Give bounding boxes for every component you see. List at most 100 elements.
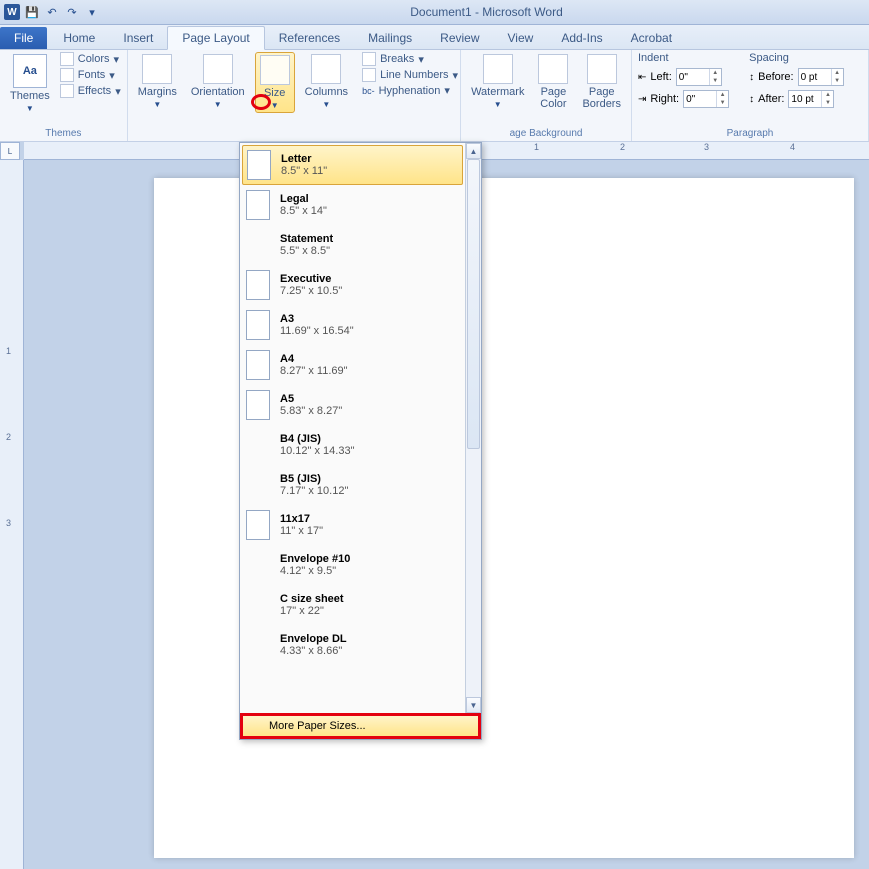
fonts-button[interactable]: Fonts ▾ [60, 68, 121, 82]
tab-review[interactable]: Review [426, 27, 493, 49]
more-paper-sizes-button[interactable]: More Paper Sizes... [240, 713, 481, 739]
chevron-down-icon: ▼ [494, 100, 502, 109]
orientation-button[interactable]: Orientation ▼ [187, 52, 249, 111]
orientation-label: Orientation [191, 86, 245, 98]
ribbon: Aa Themes ▼ Colors ▾ Fonts ▾ Effects ▾ T… [0, 50, 869, 142]
columns-icon [311, 54, 341, 84]
tab-view[interactable]: View [494, 27, 548, 49]
tab-acrobat[interactable]: Acrobat [617, 27, 686, 49]
indent-right-input[interactable]: 0" ▲▼ [683, 90, 729, 108]
size-option-name: A4 [280, 353, 348, 365]
size-option-name: Letter [281, 153, 327, 165]
margins-icon [142, 54, 172, 84]
page-color-button[interactable]: Page Color [534, 52, 572, 112]
page-borders-button[interactable]: Page Borders [578, 52, 625, 112]
tab-mailings[interactable]: Mailings [354, 27, 426, 49]
undo-icon[interactable]: ↶ [44, 4, 60, 20]
size-button[interactable]: Size ▼ [255, 52, 295, 113]
size-option-a4[interactable]: A48.27" x 11.69" [242, 345, 463, 385]
tab-insert[interactable]: Insert [109, 27, 167, 49]
hyphenation-icon: bc‑ [362, 86, 375, 96]
redo-icon[interactable]: ↷ [64, 4, 80, 20]
size-option-statement[interactable]: Statement5.5" x 8.5" [242, 225, 463, 265]
margins-label: Margins [138, 86, 177, 98]
breaks-button[interactable]: Breaks ▾ [362, 52, 458, 66]
indent-right-label: Right: [650, 93, 679, 105]
ruler-mark: 2 [620, 142, 625, 152]
size-option-name: Statement [280, 233, 333, 245]
hyphenation-button[interactable]: bc‑Hyphenation ▾ [362, 84, 458, 97]
size-option-a5[interactable]: A55.83" x 8.27" [242, 385, 463, 425]
fonts-icon [60, 68, 74, 82]
group-page-background: Watermark ▼ Page Color Page Borders age … [461, 50, 632, 141]
group-paragraph-label: Paragraph [638, 128, 862, 139]
space-before-label: Before: [758, 71, 793, 83]
size-option-b4-jis-[interactable]: B4 (JIS)10.12" x 14.33" [242, 425, 463, 465]
title-bar: W 💾 ↶ ↷ ▾ Document1 - Microsoft Word [0, 0, 869, 25]
indent-right-value: 0" [686, 94, 695, 105]
space-before-input[interactable]: 0 pt ▲▼ [798, 68, 844, 86]
size-option-envelope-10[interactable]: Envelope #104.12" x 9.5" [242, 545, 463, 585]
line-numbers-button[interactable]: Line Numbers ▾ [362, 68, 458, 82]
scroll-up-icon[interactable]: ▲ [466, 143, 481, 159]
size-option-dimensions: 5.5" x 8.5" [280, 245, 333, 257]
paper-thumb-icon [247, 150, 271, 180]
spinner-icon[interactable]: ▲▼ [716, 91, 728, 107]
tab-addins[interactable]: Add-Ins [547, 27, 616, 49]
themes-button[interactable]: Aa Themes ▼ [6, 52, 54, 115]
space-after-value: 10 pt [791, 94, 813, 105]
indent-left-value: 0" [679, 72, 688, 83]
paper-thumb-icon [246, 190, 270, 220]
scroll-thumb[interactable] [467, 159, 480, 449]
size-option-legal[interactable]: Legal8.5" x 14" [242, 185, 463, 225]
size-option-dimensions: 11.69" x 16.54" [280, 325, 354, 337]
group-page-setup: Margins ▼ Orientation ▼ Size ▼ Columns ▼… [128, 50, 461, 141]
size-option-a3[interactable]: A311.69" x 16.54" [242, 305, 463, 345]
size-option-name: Legal [280, 193, 327, 205]
tab-home[interactable]: Home [49, 27, 109, 49]
save-icon[interactable]: 💾 [24, 4, 40, 20]
margins-button[interactable]: Margins ▼ [134, 52, 181, 111]
indent-left-input[interactable]: 0" ▲▼ [676, 68, 722, 86]
page-borders-label: Page Borders [582, 86, 621, 110]
space-before-value: 0 pt [801, 72, 818, 83]
spacing-header: Spacing [749, 52, 843, 64]
size-option-name: C size sheet [280, 593, 344, 605]
size-option-letter[interactable]: Letter8.5" x 11" [242, 145, 463, 185]
size-option-name: Executive [280, 273, 342, 285]
indent-header: Indent [638, 52, 729, 64]
tab-selector[interactable]: L [0, 142, 20, 160]
dropdown-scrollbar[interactable]: ▲ ▼ [465, 143, 481, 713]
watermark-icon [483, 54, 513, 84]
spinner-icon[interactable]: ▲▼ [709, 69, 721, 85]
size-label: Size [264, 87, 285, 99]
size-option-dimensions: 7.25" x 10.5" [280, 285, 342, 297]
size-option-b5-jis-[interactable]: B5 (JIS)7.17" x 10.12" [242, 465, 463, 505]
size-option-c-size-sheet[interactable]: C size sheet17" x 22" [242, 585, 463, 625]
size-option-envelope-dl[interactable]: Envelope DL4.33" x 8.66" [242, 625, 463, 665]
spinner-icon[interactable]: ▲▼ [831, 69, 843, 85]
effects-icon [60, 84, 74, 98]
indent-right-icon: ⇥ [638, 94, 646, 105]
qat-customize-icon[interactable]: ▾ [84, 4, 100, 20]
tab-file[interactable]: File [0, 27, 47, 49]
size-option-11x17[interactable]: 11x1711" x 17" [242, 505, 463, 545]
watermark-button[interactable]: Watermark ▼ [467, 52, 528, 111]
colors-button[interactable]: Colors ▾ [60, 52, 121, 66]
themes-label: Themes [10, 90, 50, 102]
paper-thumb-icon [246, 310, 270, 340]
columns-button[interactable]: Columns ▼ [301, 52, 352, 111]
paper-thumb-icon [246, 510, 270, 540]
scroll-down-icon[interactable]: ▼ [466, 697, 481, 713]
ruler-mark: 1 [6, 346, 11, 356]
effects-button[interactable]: Effects ▾ [60, 84, 121, 98]
word-app-icon[interactable]: W [4, 4, 20, 20]
tab-page-layout[interactable]: Page Layout [167, 26, 264, 50]
ruler-mark: 1 [534, 142, 539, 152]
spinner-icon[interactable]: ▲▼ [821, 91, 833, 107]
vertical-ruler[interactable]: 1 2 3 [0, 160, 24, 869]
tab-references[interactable]: References [265, 27, 354, 49]
space-after-input[interactable]: 10 pt ▲▼ [788, 90, 834, 108]
size-option-name: 11x17 [280, 513, 323, 525]
size-option-executive[interactable]: Executive7.25" x 10.5" [242, 265, 463, 305]
